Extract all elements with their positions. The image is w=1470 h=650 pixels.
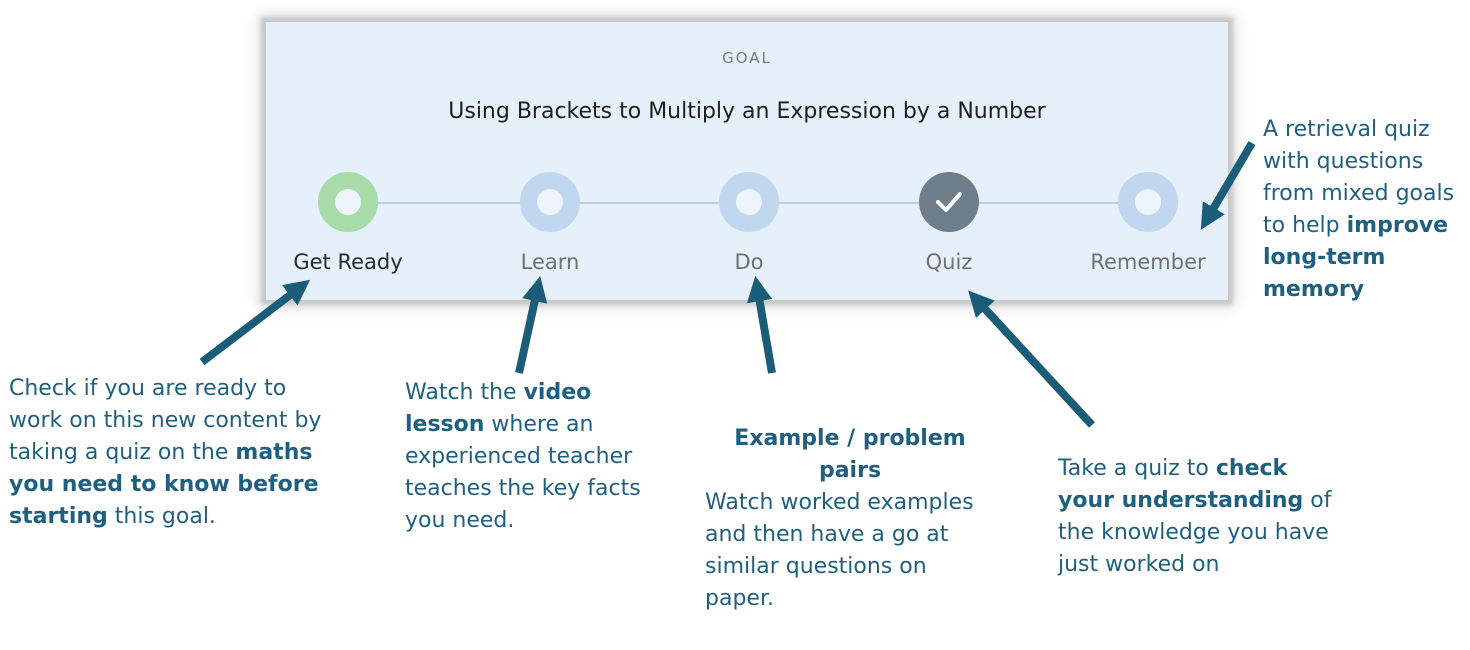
note-do-body: Watch worked examples and then have a go…	[705, 490, 974, 611]
note-learn: Watch the video lesson where an experien…	[405, 380, 641, 533]
arrow-quiz	[968, 290, 1095, 428]
note-remember: A retrieval quiz with questions from mix…	[1263, 117, 1455, 302]
arrow-remember	[1200, 140, 1256, 230]
note-get-ready: Check if you are ready to work on this n…	[9, 376, 322, 529]
arrow-learn	[515, 275, 548, 374]
note-do-heading: Example / problem pairs	[734, 426, 966, 483]
arrow-do	[746, 275, 776, 374]
note-quiz: Take a quiz to check your understanding …	[1058, 456, 1332, 577]
note-do: Example / problem pairs Watch worked exa…	[705, 423, 995, 615]
arrow-get-ready	[199, 279, 311, 366]
